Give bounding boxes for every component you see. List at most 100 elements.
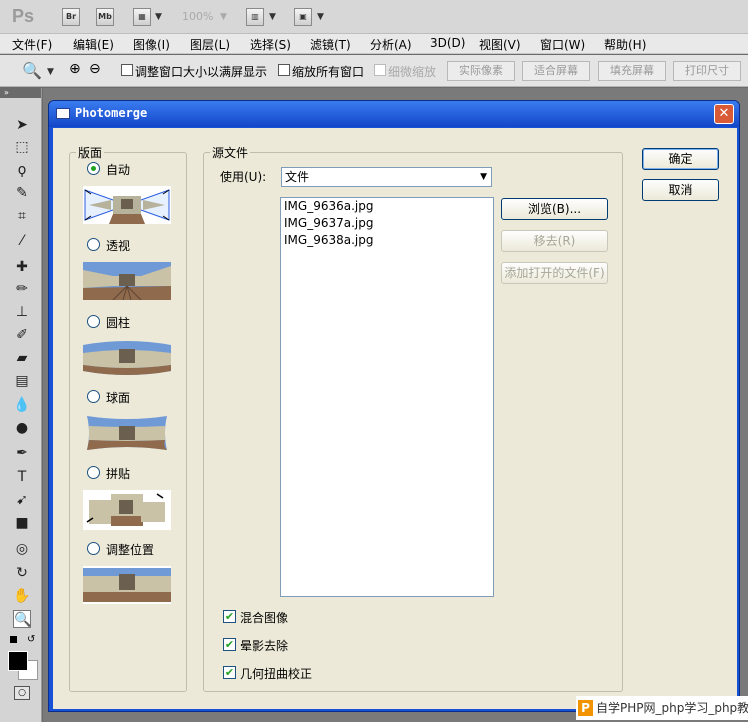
- healing-brush-tool-icon[interactable]: ✚: [13, 258, 31, 276]
- layout-perspective-radio[interactable]: [87, 238, 100, 251]
- fit-screen-button[interactable]: 适合屏幕: [522, 61, 590, 81]
- brush-tool-icon[interactable]: ✏: [13, 280, 31, 298]
- type-tool-icon[interactable]: T: [13, 468, 31, 486]
- cancel-button[interactable]: 取消: [642, 179, 719, 201]
- window-icon: [56, 108, 70, 119]
- photoshop-logo: Ps: [12, 6, 35, 26]
- list-item[interactable]: IMG_9637a.jpg: [281, 215, 493, 232]
- panel-collapse-icon[interactable]: »: [0, 88, 41, 98]
- view-extras-icon[interactable]: ▦: [133, 8, 151, 26]
- screen-mode-icon[interactable]: ▣: [294, 8, 312, 26]
- dialog-title: Photomerge: [75, 106, 148, 120]
- menu-help[interactable]: 帮助(H): [604, 36, 646, 53]
- close-icon[interactable]: ✕: [714, 104, 734, 124]
- blur-tool-icon[interactable]: 💧: [13, 396, 31, 414]
- marquee-tool-icon[interactable]: ⬚: [13, 138, 31, 156]
- layout-auto-radio[interactable]: [87, 162, 100, 175]
- remove-button[interactable]: 移去(R): [501, 230, 608, 252]
- blend-images-label: 混合图像: [240, 611, 289, 625]
- menu-analysis[interactable]: 分析(A): [370, 36, 412, 53]
- list-item[interactable]: IMG_9638a.jpg: [281, 232, 493, 249]
- clone-stamp-tool-icon[interactable]: ⊥: [13, 303, 31, 321]
- print-size-button[interactable]: 打印尺寸: [673, 61, 741, 81]
- zoom-tool-icon[interactable]: 🔍: [13, 610, 31, 628]
- scrubby-zoom-label: 细微缩放: [388, 65, 437, 79]
- rectangle-tool-icon[interactable]: ■: [13, 514, 31, 532]
- eraser-tool-icon[interactable]: ▰: [13, 349, 31, 367]
- spherical-layout-thumbnail: [87, 416, 167, 450]
- zoom-all-checkbox[interactable]: [278, 64, 290, 76]
- chevron-down-icon[interactable]: ▼: [269, 12, 276, 22]
- cylindrical-layout-thumbnail: [83, 341, 171, 375]
- zoom-tool-icon[interactable]: 🔍: [22, 61, 42, 80]
- menu-file[interactable]: 文件(F): [12, 36, 52, 53]
- browse-button[interactable]: 浏览(B)...: [501, 198, 608, 220]
- actual-pixels-button[interactable]: 实际像素: [447, 61, 515, 81]
- menu-select[interactable]: 选择(S): [250, 36, 291, 53]
- dodge-tool-icon[interactable]: ●: [13, 419, 31, 437]
- zoom-level[interactable]: 100%: [182, 10, 213, 23]
- pen-tool-icon[interactable]: ✒: [13, 444, 31, 462]
- resize-windows-checkbox[interactable]: [121, 64, 133, 76]
- hand-tool-icon[interactable]: ✋: [13, 587, 31, 605]
- add-open-files-button[interactable]: 添加打开的文件(F): [501, 262, 608, 284]
- lasso-tool-icon[interactable]: ϙ: [13, 161, 31, 179]
- zoom-in-icon[interactable]: ⊕: [69, 61, 81, 77]
- layout-cylindrical-radio[interactable]: [87, 315, 100, 328]
- default-colors-icon[interactable]: [10, 636, 17, 643]
- perspective-layout-thumbnail: [83, 262, 171, 300]
- dialog-title-bar[interactable]: Photomerge ✕: [49, 101, 739, 127]
- menu-layer[interactable]: 图层(L): [190, 36, 230, 53]
- use-select-value: 文件: [285, 170, 310, 184]
- eyedropper-tool-icon[interactable]: ⁄: [13, 232, 31, 250]
- chevron-down-icon[interactable]: ▼: [220, 12, 227, 22]
- blend-images-checkbox[interactable]: ✔: [223, 610, 236, 623]
- 3d-orbit-tool-icon[interactable]: ↻: [13, 564, 31, 582]
- quick-mask-icon[interactable]: ○: [14, 686, 30, 700]
- foreground-color-swatch[interactable]: [8, 651, 28, 671]
- list-item[interactable]: IMG_9636a.jpg: [281, 198, 493, 215]
- move-tool-icon[interactable]: ➤: [13, 116, 31, 134]
- menu-filter[interactable]: 滤镜(T): [310, 36, 351, 53]
- menu-edit[interactable]: 编辑(E): [73, 36, 114, 53]
- layout-spherical-label: 球面: [106, 391, 131, 405]
- geometric-distortion-checkbox[interactable]: ✔: [223, 666, 236, 679]
- layout-collage-radio[interactable]: [87, 466, 100, 479]
- vignette-removal-checkbox[interactable]: ✔: [223, 638, 236, 651]
- file-list[interactable]: IMG_9636a.jpg IMG_9637a.jpg IMG_9638a.jp…: [280, 197, 494, 597]
- chevron-down-icon[interactable]: ▼: [47, 67, 54, 77]
- use-select[interactable]: 文件 ▼: [281, 167, 492, 187]
- history-brush-tool-icon[interactable]: ✐: [13, 326, 31, 344]
- vignette-removal-label: 晕影去除: [240, 639, 289, 653]
- chevron-down-icon: ▼: [480, 172, 487, 182]
- menu-3d[interactable]: 3D(D): [430, 36, 465, 50]
- scrubby-zoom-checkbox[interactable]: [374, 64, 386, 76]
- quick-select-tool-icon[interactable]: ✎: [13, 184, 31, 202]
- chevron-down-icon[interactable]: ▼: [317, 12, 324, 22]
- fill-screen-button[interactable]: 填充屏幕: [598, 61, 666, 81]
- menu-view[interactable]: 视图(V): [479, 36, 521, 53]
- layout-reposition-radio[interactable]: [87, 542, 100, 555]
- path-selection-tool-icon[interactable]: ➹: [13, 491, 31, 509]
- auto-layout-thumbnail: [83, 186, 171, 224]
- gradient-tool-icon[interactable]: ▤: [13, 372, 31, 390]
- menu-window[interactable]: 窗口(W): [540, 36, 585, 53]
- arrange-documents-icon[interactable]: ▥: [246, 8, 264, 26]
- mini-bridge-button[interactable]: Mb: [96, 8, 114, 26]
- swap-colors-icon[interactable]: ↺: [27, 634, 35, 645]
- crop-tool-icon[interactable]: ⌗: [13, 207, 31, 225]
- ok-button[interactable]: 确定: [642, 148, 719, 170]
- chevron-down-icon[interactable]: ▼: [155, 12, 162, 22]
- zoom-out-icon[interactable]: ⊖: [89, 61, 101, 77]
- layout-spherical-radio[interactable]: [87, 390, 100, 403]
- watermark: P 自学PHP网_php学习_php教程: [576, 696, 748, 720]
- menu-image[interactable]: 图像(I): [133, 36, 170, 53]
- bridge-button[interactable]: Br: [62, 8, 80, 26]
- layout-reposition-label: 调整位置: [106, 543, 155, 557]
- menu-bar: 文件(F) 编辑(E) 图像(I) 图层(L) 选择(S) 滤镜(T) 分析(A…: [0, 34, 748, 54]
- collage-layout-thumbnail: [83, 490, 171, 530]
- reposition-layout-thumbnail: [83, 566, 171, 604]
- watermark-logo: P: [578, 700, 593, 716]
- geometric-distortion-label: 几何扭曲校正: [240, 667, 313, 681]
- 3d-rotate-tool-icon[interactable]: ◎: [13, 540, 31, 558]
